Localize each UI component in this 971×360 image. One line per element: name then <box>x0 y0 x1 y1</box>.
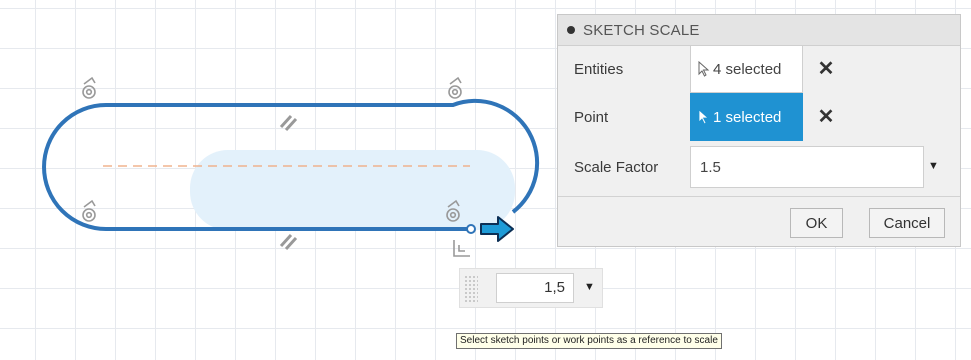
cursor-icon <box>698 61 710 77</box>
scale-factor-label: Scale Factor <box>574 159 659 176</box>
point-label: Point <box>574 109 609 126</box>
inline-value-input: 1,5 ▼ <box>459 268 603 308</box>
point-selection-button[interactable]: 1 selected <box>690 93 803 141</box>
entities-selection-value: 4 selected <box>713 60 782 78</box>
scale-factor-input[interactable]: 1.5 <box>690 146 924 188</box>
point-clear-button[interactable]: ✕ <box>816 105 836 128</box>
point-selection-value: 1 selected <box>713 108 782 126</box>
drag-grip-icon[interactable] <box>464 275 478 303</box>
close-icon: ✕ <box>817 57 835 80</box>
scale-factor-value: 1.5 <box>700 158 721 176</box>
selected-sketch-point[interactable] <box>466 224 476 234</box>
fix-constraint-icon <box>453 240 470 257</box>
collapse-dot-icon[interactable] <box>567 26 575 34</box>
dialog-divider <box>558 196 960 197</box>
tooltip: Select sketch points or work points as a… <box>456 333 722 349</box>
dropdown-arrow-icon[interactable]: ▼ <box>928 160 939 172</box>
dialog-header[interactable]: SKETCH SCALE <box>558 15 960 46</box>
ok-button[interactable]: OK <box>790 208 843 238</box>
dropdown-arrow-icon[interactable]: ▼ <box>584 281 595 293</box>
cancel-button[interactable]: Cancel <box>869 208 945 238</box>
entities-label: Entities <box>574 61 624 78</box>
inline-scale-field[interactable]: 1,5 <box>496 273 574 303</box>
sketch-scale-dialog: SKETCH SCALE Entities 4 selected ✕ Point… <box>557 14 961 247</box>
entities-clear-button[interactable]: ✕ <box>816 57 836 80</box>
cursor-icon <box>698 109 710 125</box>
entities-selection-button[interactable]: 4 selected <box>690 45 803 93</box>
close-icon: ✕ <box>817 105 835 128</box>
dialog-title: SKETCH SCALE <box>583 21 700 39</box>
selection-highlight <box>190 150 515 230</box>
